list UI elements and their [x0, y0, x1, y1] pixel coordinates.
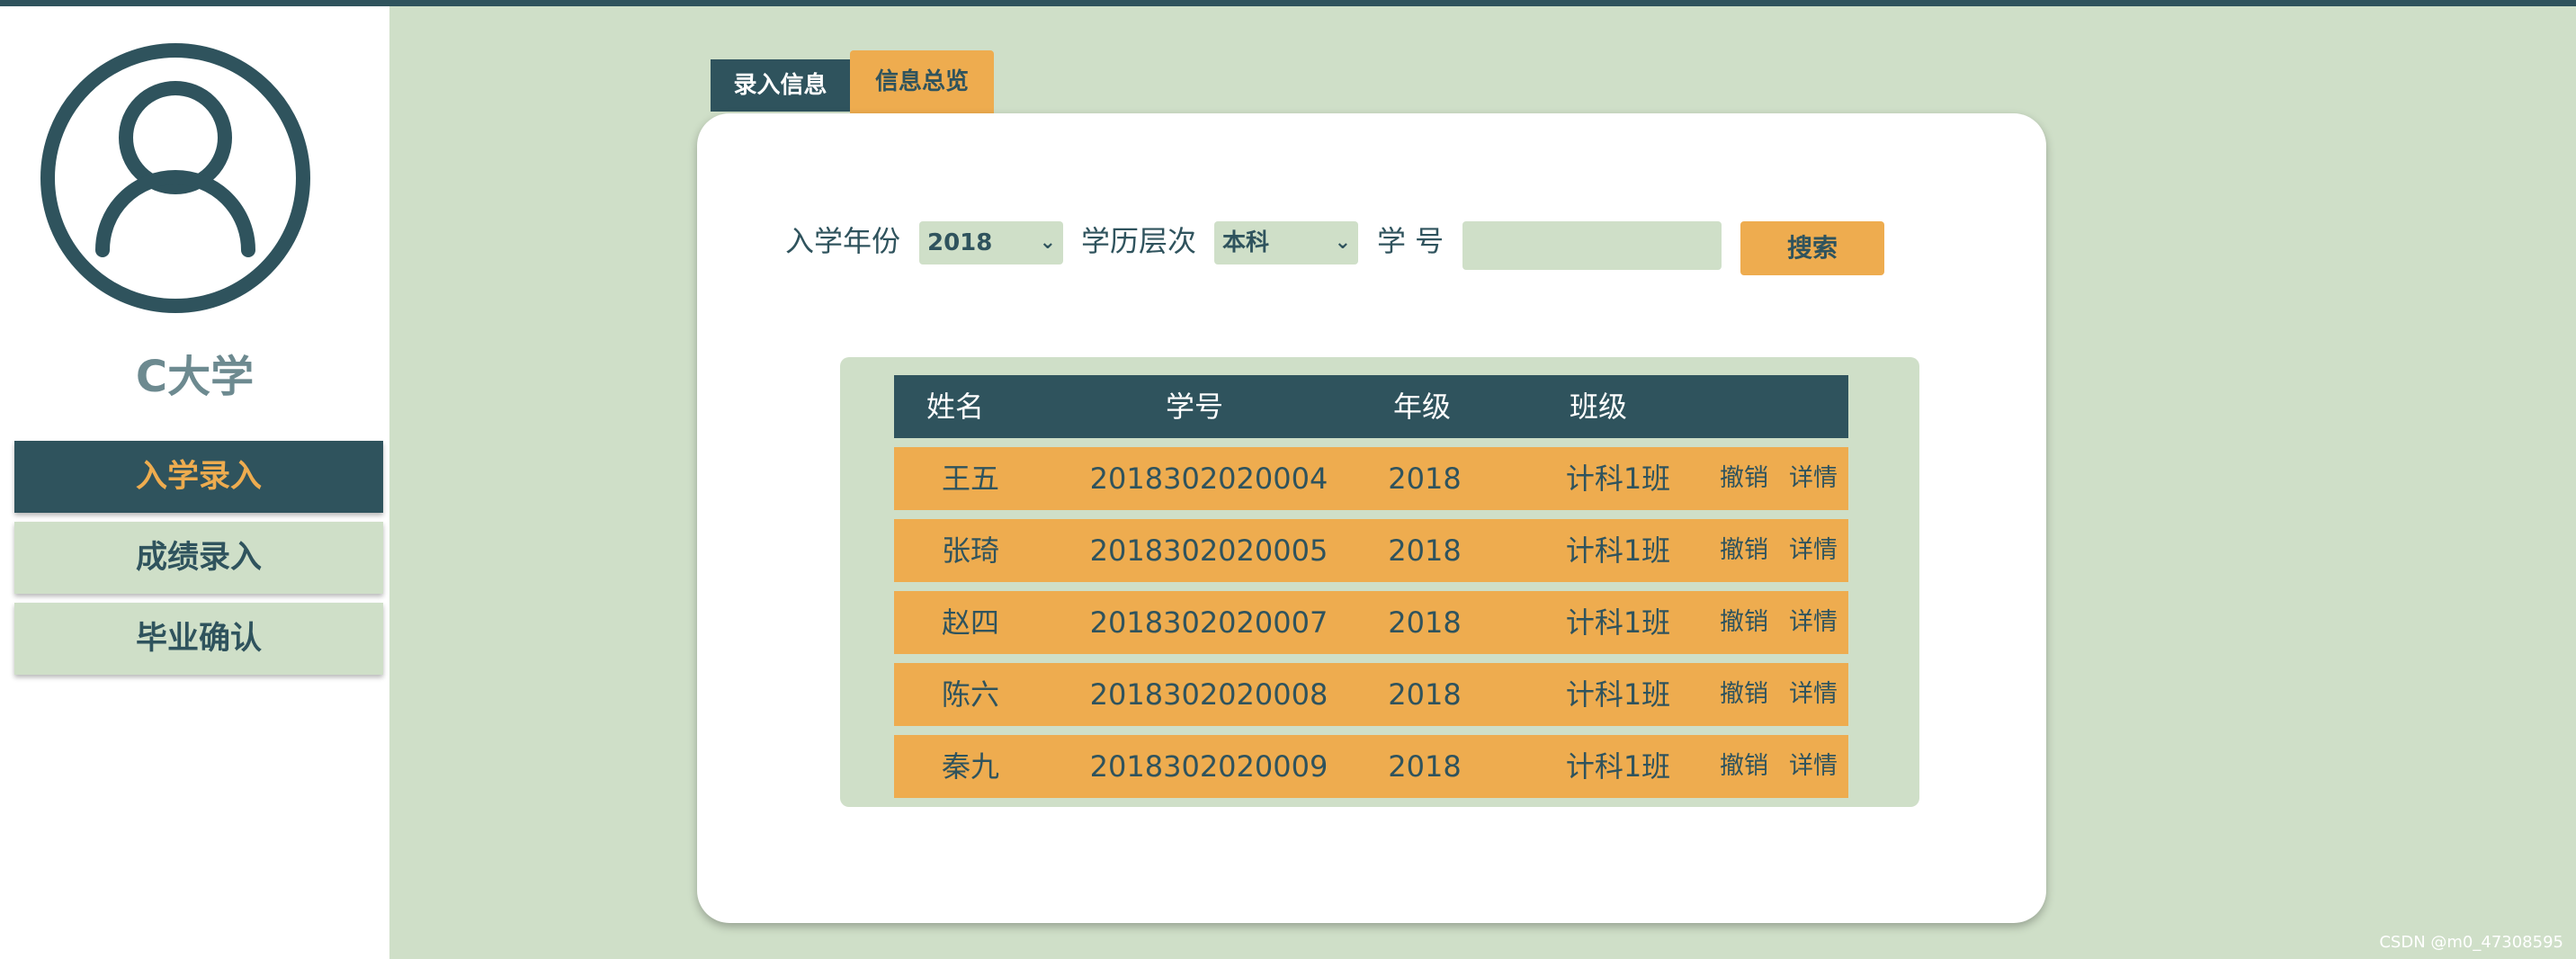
detail-link[interactable]: 详情: [1789, 591, 1838, 654]
header-class: 班级: [1570, 390, 1628, 424]
cancel-link[interactable]: 撤销: [1720, 663, 1768, 726]
cancel-link[interactable]: 撤销: [1720, 447, 1768, 510]
row-id: 2018302020009: [1089, 749, 1328, 784]
id-label: 学 号: [1377, 224, 1445, 258]
year-select-value: 2018: [927, 229, 993, 256]
row-name: 赵四: [941, 605, 999, 640]
header-id: 学号: [1166, 390, 1224, 424]
row-grade: 2018: [1388, 533, 1462, 568]
row-name: 张琦: [941, 533, 999, 568]
cancel-link[interactable]: 撤销: [1720, 735, 1768, 798]
nav-grades[interactable]: 成绩录入: [14, 522, 383, 594]
row-class: 计科1班: [1565, 533, 1671, 568]
table-row: 赵四 2018302020007 2018 计科1班 撤销 详情: [894, 591, 1848, 654]
level-select[interactable]: 本科 ⌄: [1214, 221, 1358, 264]
school-name: C大学: [135, 352, 255, 402]
detail-link[interactable]: 详情: [1789, 447, 1838, 510]
level-select-value: 本科: [1222, 229, 1270, 256]
row-name: 秦九: [941, 749, 999, 784]
watermark: CSDN @m0_47308595: [2379, 933, 2563, 952]
row-grade: 2018: [1388, 749, 1462, 784]
tab-overview[interactable]: 信息总览: [850, 50, 994, 113]
table-row: 王五 2018302020004 2018 计科1班 撤销 详情: [894, 447, 1848, 510]
detail-link[interactable]: 详情: [1789, 663, 1838, 726]
chevron-down-icon: ⌄: [1334, 231, 1351, 254]
nav-enrollment[interactable]: 入学录入: [14, 441, 383, 513]
row-grade: 2018: [1388, 462, 1462, 496]
cancel-link[interactable]: 撤销: [1720, 519, 1768, 582]
detail-link[interactable]: 详情: [1789, 735, 1838, 798]
detail-link[interactable]: 详情: [1789, 519, 1838, 582]
row-class: 计科1班: [1565, 749, 1671, 784]
row-id: 2018302020008: [1089, 677, 1328, 712]
row-grade: 2018: [1388, 677, 1462, 712]
sidebar: C大学 入学录入 成绩录入 毕业确认: [0, 6, 389, 959]
level-label: 学历层次: [1081, 224, 1197, 258]
row-grade: 2018: [1388, 605, 1462, 640]
row-class: 计科1班: [1565, 605, 1671, 640]
row-id: 2018302020005: [1089, 533, 1328, 568]
top-bar: [0, 0, 2576, 6]
year-label: 入学年份: [785, 224, 901, 258]
header-name: 姓名: [926, 390, 985, 424]
row-name: 王五: [941, 462, 999, 496]
table-row: 陈六 2018302020008 2018 计科1班 撤销 详情: [894, 663, 1848, 726]
search-button[interactable]: 搜索: [1740, 221, 1884, 275]
cancel-link[interactable]: 撤销: [1720, 591, 1768, 654]
row-name: 陈六: [941, 677, 999, 712]
user-avatar-icon: [40, 43, 310, 313]
row-id: 2018302020007: [1089, 605, 1328, 640]
table-header: 姓名 学号 年级 班级: [894, 375, 1848, 438]
tab-enter-info[interactable]: 录入信息: [711, 59, 850, 112]
chevron-down-icon: ⌄: [1039, 231, 1056, 254]
nav-graduation[interactable]: 毕业确认: [14, 603, 383, 675]
year-select[interactable]: 2018 ⌄: [919, 221, 1063, 264]
row-class: 计科1班: [1565, 462, 1671, 496]
row-class: 计科1班: [1565, 677, 1671, 712]
header-grade: 年级: [1393, 390, 1452, 424]
student-id-input[interactable]: [1462, 221, 1722, 270]
table-row: 秦九 2018302020009 2018 计科1班 撤销 详情: [894, 735, 1848, 798]
table-row: 张琦 2018302020005 2018 计科1班 撤销 详情: [894, 519, 1848, 582]
row-id: 2018302020004: [1089, 462, 1328, 496]
